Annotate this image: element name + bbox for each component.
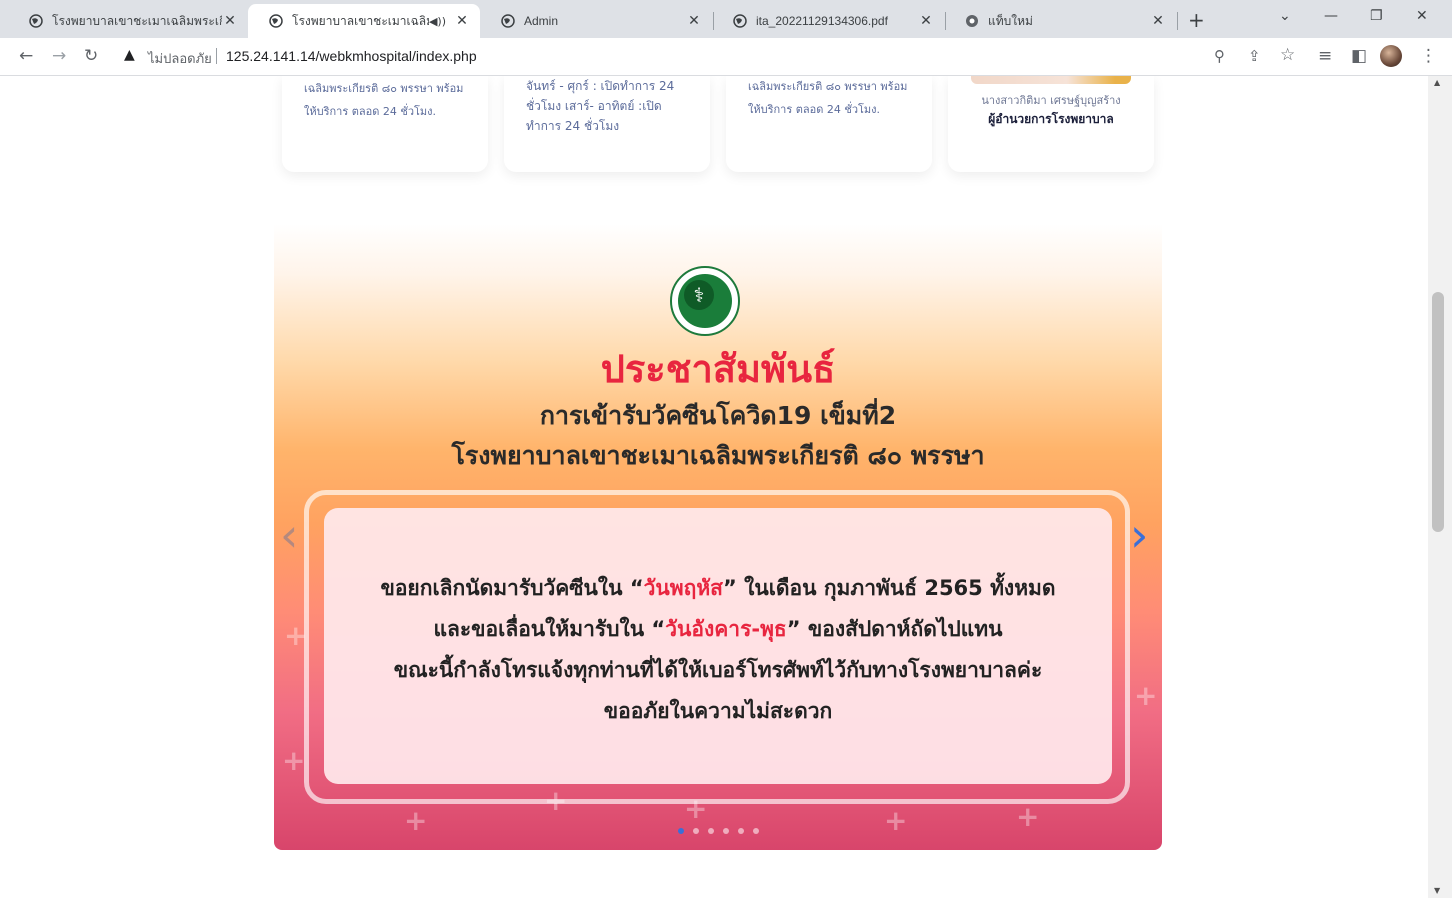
card-text: ให้บริการ ตลอด 24 ชั่วโมง. <box>304 105 437 118</box>
banner-subtitle-1: การเข้ารับวัคซีนโควิด19 เข็มที่2 <box>539 401 897 430</box>
caduceus-icon: ⚕ <box>684 280 714 310</box>
scroll-down-icon[interactable]: ▼ <box>1434 886 1440 895</box>
director-title: ผู้อำนวยการโรงพยาบาล <box>988 112 1114 126</box>
carousel-next-icon[interactable]: › <box>1130 512 1148 558</box>
share-icon[interactable]: ⇪ <box>1248 47 1261 65</box>
notice-text: ” ในเดือน กุมภาพันธ์ 2565 ทั้งหมด <box>723 576 1056 600</box>
tab-4[interactable]: ita_20221129134306.pdf ✕ <box>712 4 944 38</box>
side-panel-icon[interactable]: ◧ <box>1351 47 1367 65</box>
chrome-icon <box>964 13 980 29</box>
close-icon[interactable]: ✕ <box>222 13 238 29</box>
page-viewport: เฉลิมพระเกียรติ ๘๐ พรรษา พร้อม ให้บริการ… <box>0 76 1428 898</box>
tab-title: Admin <box>524 14 559 28</box>
card-text: เฉลิมพระเกียรติ ๘๐ พรรษา พร้อม <box>304 82 464 95</box>
notice-line-1: ขอยกเลิกนัดมารับวัคซีนใน “วันพฤหัส” ในเด… <box>324 572 1112 605</box>
back-icon[interactable]: ← <box>19 47 33 65</box>
tab-title: แท็บใหม่ <box>988 13 1033 28</box>
notice-line-3: ขณะนี้กำลังโทรแจ้งทุกท่านที่ได้ให้เบอร์โ… <box>393 658 1043 682</box>
zoom-icon[interactable]: ⚲ <box>1214 47 1225 65</box>
director-photo <box>971 76 1131 84</box>
carousel-dot[interactable] <box>723 828 729 834</box>
url-text[interactable]: 125.24.141.14/webkmhospital/index.php <box>226 48 477 64</box>
globe-icon <box>500 13 516 29</box>
reading-list-icon[interactable]: ≡ <box>1318 47 1332 65</box>
forward-icon[interactable]: → <box>52 47 66 65</box>
tab-1[interactable]: โรงพยาบาลเขาชะเมาเฉลิมพระเกียรติ ✕ <box>8 4 248 38</box>
service-card-2: จันทร์ - ศุกร์ : เปิดทำการ 24 ชั่วโมง เส… <box>504 76 710 172</box>
carousel-indicators <box>678 828 759 834</box>
decor-plus: + <box>1134 679 1158 712</box>
globe-icon <box>268 13 284 29</box>
service-card-1: เฉลิมพระเกียรติ ๘๐ พรรษา พร้อม ให้บริการ… <box>282 76 488 172</box>
tab-title: โรงพยาบาลเขาชะเมาเฉลิมพระเกี <box>292 13 429 28</box>
announcement-banner: + + + + + + + + ⚕ ประชาสัมพันธ์ การเข้าร… <box>274 224 1162 850</box>
notice-line-4: ขออภัยในความไม่สะดวก <box>603 699 833 723</box>
plus-icon[interactable]: + <box>1188 10 1205 30</box>
tab-2-active[interactable]: โรงพยาบาลเขาชะเมาเฉลิมพระเกี ◀)) ✕ <box>248 4 480 38</box>
banner-subtitle-2: โรงพยาบาลเขาชะเมาเฉลิมพระเกียรติ ๘๐ พรรษ… <box>451 441 985 470</box>
minimize-icon[interactable]: — <box>1324 8 1338 24</box>
decor-plus: + <box>282 744 306 777</box>
decor-plus: + <box>404 804 428 837</box>
tab-title: ita_20221129134306.pdf <box>756 14 888 28</box>
card-text: เฉลิมพระเกียรติ ๘๐ พรรษา พร้อม <box>748 80 908 93</box>
star-icon[interactable]: ☆ <box>1280 45 1295 65</box>
close-icon[interactable]: ✕ <box>454 13 470 29</box>
close-window-icon[interactable]: ✕ <box>1416 8 1428 24</box>
tab-strip: โรงพยาบาลเขาชะเมาเฉลิมพระเกียรติ ✕ โรงพย… <box>0 0 1452 38</box>
scroll-thumb[interactable] <box>1432 292 1444 532</box>
tab-title: โรงพยาบาลเขาชะเมาเฉลิมพระเกียรติ <box>52 13 222 28</box>
tab-separator <box>1177 12 1178 30</box>
scrollbar[interactable]: ▲ ▼ <box>1428 76 1452 898</box>
security-label[interactable]: ไม่ปลอดภัย <box>148 48 212 69</box>
scroll-up-icon[interactable]: ▲ <box>1434 78 1440 87</box>
notice-highlight: วันพฤหัส <box>643 576 723 600</box>
tab-5[interactable]: แท็บใหม่ ✕ <box>944 4 1176 38</box>
card-text: ทำการ 24 ชั่วโมง <box>526 119 620 133</box>
restore-icon[interactable]: ❐ <box>1370 8 1383 24</box>
chevron-down-icon[interactable]: ⌄ <box>1279 8 1291 24</box>
menu-icon[interactable]: ⋮ <box>1420 47 1437 65</box>
globe-icon <box>28 13 44 29</box>
close-icon[interactable]: ✕ <box>918 13 934 29</box>
speaker-icon[interactable]: ◀)) <box>429 15 446 28</box>
reload-icon[interactable]: ↻ <box>84 47 98 65</box>
director-card: นางสาวกิติมา เศรษฐ์บุญสร้าง ผู้อำนวยการโ… <box>948 76 1154 172</box>
notice-box: ขอยกเลิกนัดมารับวัคซีนใน “วันพฤหัส” ในเด… <box>324 508 1112 784</box>
card-text: ให้บริการ ตลอด 24 ชั่วโมง. <box>748 103 881 116</box>
carousel-prev-icon[interactable]: ‹ <box>280 512 298 558</box>
card-text: จันทร์ - ศุกร์ : เปิดทำการ 24 <box>526 79 675 93</box>
notice-text: ขอยกเลิกนัดมารับวัคซีนใน “ <box>380 576 644 600</box>
close-icon[interactable]: ✕ <box>686 13 702 29</box>
browser-toolbar: ← → ↻ ▲ ไม่ปลอดภัย 125.24.141.14/webkmho… <box>0 38 1452 76</box>
divider <box>216 48 217 64</box>
banner-headline: ประชาสัมพันธ์ <box>600 347 836 391</box>
carousel-dot[interactable] <box>693 828 699 834</box>
notice-line-2: และขอเลื่อนให้มารับใน “วันอังคาร-พุธ” ขอ… <box>324 613 1112 646</box>
tab-3[interactable]: Admin ✕ <box>480 4 712 38</box>
director-name: นางสาวกิติมา เศรษฐ์บุญสร้าง <box>981 94 1121 107</box>
carousel-dot[interactable] <box>708 828 714 834</box>
warning-icon[interactable]: ▲ <box>124 47 135 63</box>
close-icon[interactable]: ✕ <box>1150 13 1166 29</box>
service-card-3: เฉลิมพระเกียรติ ๘๐ พรรษา พร้อม ให้บริการ… <box>726 76 932 172</box>
notice-highlight: วันอังคาร-พุธ <box>665 617 787 641</box>
carousel-dot[interactable] <box>678 828 684 834</box>
notice-text: และขอเลื่อนให้มารับใน “ <box>433 617 666 641</box>
decor-plus: + <box>884 804 908 837</box>
ministry-logo: ⚕ <box>670 266 740 336</box>
carousel-dot[interactable] <box>738 828 744 834</box>
carousel-dot[interactable] <box>753 828 759 834</box>
decor-plus: + <box>1016 800 1040 833</box>
avatar[interactable] <box>1380 45 1402 67</box>
notice-text: ” ของสัปดาห์ถัดไปแทน <box>786 617 1003 641</box>
address-bar[interactable]: ▲ ไม่ปลอดภัย 125.24.141.14/webkmhospital… <box>114 42 1306 70</box>
card-text: ชั่วโมง เสาร์- อาทิตย์ :เปิด <box>526 99 662 113</box>
globe-icon <box>732 13 748 29</box>
